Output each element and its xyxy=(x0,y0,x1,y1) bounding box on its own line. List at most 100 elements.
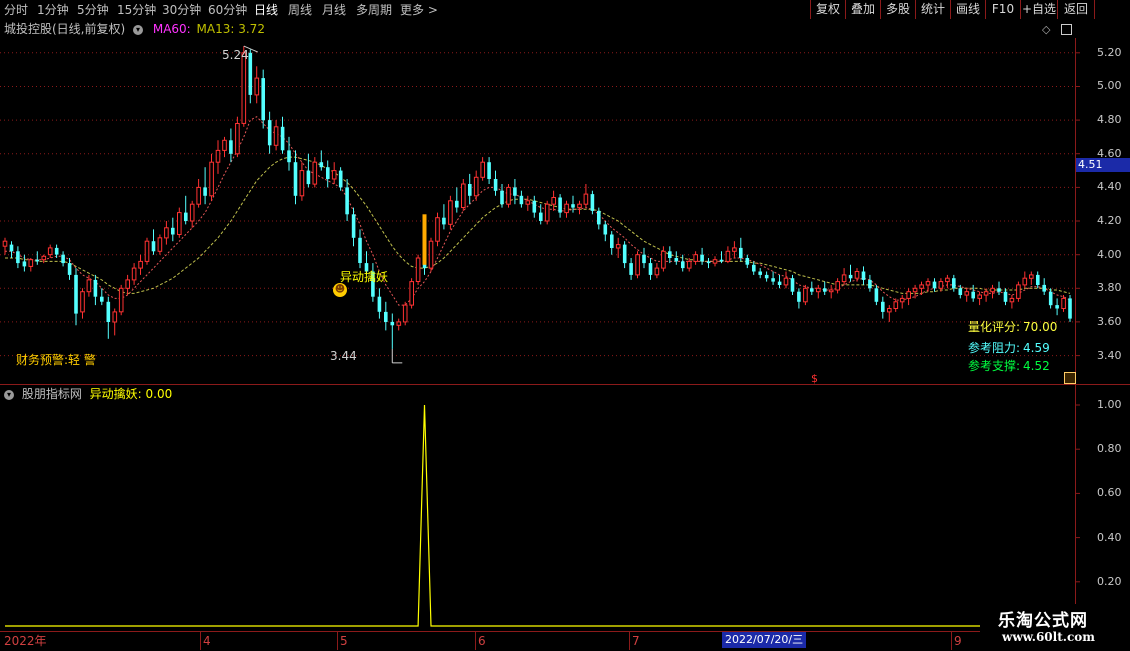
indicator-tick-label: 1.00 xyxy=(1097,398,1122,411)
period-tab-multi[interactable]: 多周期 xyxy=(356,0,392,20)
candle-body xyxy=(610,234,614,248)
indicator-chart[interactable] xyxy=(0,385,1130,632)
candle-body xyxy=(764,274,769,279)
candle xyxy=(177,207,182,238)
candle-body xyxy=(745,258,750,265)
price-tick-label: 5.20 xyxy=(1097,45,1122,59)
candle xyxy=(293,150,298,205)
candle xyxy=(189,200,195,228)
adjust-button[interactable]: 复权 xyxy=(810,0,845,19)
resistance: 参考阻力: 4.59 xyxy=(968,341,1050,355)
candle-body xyxy=(358,237,362,263)
candle xyxy=(442,204,446,230)
watermark: 乐淘公式网 www.60lt.com xyxy=(980,604,1130,650)
signal-label: 异动擒妖 xyxy=(340,270,389,284)
candle xyxy=(280,116,285,154)
candle xyxy=(887,305,892,322)
candle xyxy=(196,179,201,208)
candle xyxy=(138,254,143,275)
period-tab-1min[interactable]: 1分钟 xyxy=(37,0,69,20)
candle-body xyxy=(106,301,111,322)
period-tab-more[interactable]: 更多 > xyxy=(400,0,438,20)
period-tab-daily[interactable]: 日线 xyxy=(254,0,278,20)
indicator-tick-label: 0.20 xyxy=(1097,574,1122,588)
candle-body xyxy=(473,176,479,197)
candle-body xyxy=(1022,277,1028,286)
candle xyxy=(899,295,905,309)
candle-body xyxy=(151,241,156,252)
candle-body xyxy=(622,244,627,264)
candle xyxy=(506,184,511,208)
candle xyxy=(648,258,653,280)
candle-body xyxy=(712,259,718,264)
overlay-button[interactable]: 叠加 xyxy=(845,0,880,19)
candle xyxy=(468,173,472,205)
period-tab-weekly[interactable]: 周线 xyxy=(288,0,312,20)
candlestick-chart[interactable] xyxy=(0,20,1130,385)
candle-body xyxy=(189,203,195,222)
quant-score-label: 量化评分: xyxy=(968,320,1021,334)
candle xyxy=(577,200,582,215)
candle-body xyxy=(448,200,453,225)
candle xyxy=(558,194,562,218)
candle xyxy=(396,318,402,331)
candle-body xyxy=(54,247,59,255)
candle-body xyxy=(706,261,711,264)
candle-body xyxy=(532,200,537,213)
candle xyxy=(642,247,646,269)
candle xyxy=(415,254,421,285)
candle-body xyxy=(899,297,905,303)
f10-button[interactable]: F10 xyxy=(985,0,1020,19)
candle-body xyxy=(874,288,879,302)
candle xyxy=(493,170,498,196)
x-axis: 2022年 4 5 6 7 2022/07/20/三 9 xyxy=(0,631,1130,651)
candle-body xyxy=(100,296,104,302)
period-tab-60min[interactable]: 60分钟 xyxy=(208,0,247,20)
candle xyxy=(848,264,853,282)
period-tab-30min[interactable]: 30分钟 xyxy=(162,0,201,20)
candle-body xyxy=(209,161,214,197)
candle-body xyxy=(681,261,685,269)
draw-line-button[interactable]: 画线 xyxy=(950,0,985,19)
candle-body xyxy=(312,161,318,185)
period-tab-5min[interactable]: 5分钟 xyxy=(77,0,109,20)
indicator-line xyxy=(5,404,1070,627)
indicator-tick-label: 0.80 xyxy=(1097,442,1122,456)
candle xyxy=(519,190,524,208)
statistics-button[interactable]: 统计 xyxy=(915,0,950,19)
back-button[interactable]: 返回 xyxy=(1057,0,1095,19)
candle xyxy=(668,246,672,264)
period-tab-15min[interactable]: 15分钟 xyxy=(117,0,156,20)
candle xyxy=(828,284,834,299)
period-tab-timeshare[interactable]: 分时 xyxy=(4,0,28,20)
candle xyxy=(248,49,253,104)
candle-body xyxy=(1029,274,1034,279)
candle-body xyxy=(661,250,666,269)
candle xyxy=(1003,288,1008,306)
add-favorite-button[interactable]: +自选 xyxy=(1020,0,1057,19)
candle xyxy=(1022,271,1028,289)
candle xyxy=(823,281,827,295)
multi-stock-button[interactable]: 多股 xyxy=(880,0,915,19)
price-tick-label: 3.40 xyxy=(1097,348,1122,362)
price-gridlines xyxy=(0,52,1080,357)
candle-body xyxy=(326,167,330,179)
candle xyxy=(338,167,343,191)
candle-body xyxy=(480,161,485,178)
ma-short-line xyxy=(5,116,1071,306)
candle-body xyxy=(1016,284,1021,299)
candle-body xyxy=(654,267,660,276)
candle-body xyxy=(603,224,608,235)
expand-panel-icon[interactable] xyxy=(1064,372,1076,384)
low-price-label: 3.44 xyxy=(330,349,357,363)
candle xyxy=(1029,271,1034,285)
period-tab-monthly[interactable]: 月线 xyxy=(322,0,346,20)
candle xyxy=(254,66,260,104)
candle xyxy=(131,263,137,285)
candle xyxy=(597,207,601,230)
candle xyxy=(203,167,207,205)
candle-body xyxy=(783,277,789,286)
candle-body xyxy=(823,288,827,292)
candle xyxy=(777,274,782,289)
candle xyxy=(35,251,40,265)
